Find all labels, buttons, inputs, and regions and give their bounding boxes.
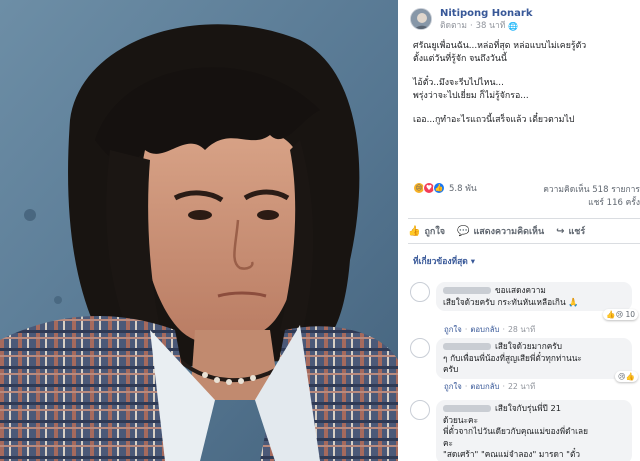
comment-reply-link[interactable]: ตอบกลับ <box>470 382 499 391</box>
comment-like-link[interactable]: ถูกใจ <box>444 382 462 391</box>
commenter-avatar[interactable] <box>410 400 430 420</box>
comment-text: ๆ กับเพื่อนพี่น้องที่สูญเสียพี่ตั๋วทุกท่… <box>443 352 582 363</box>
post-line: พรุ่งว่าจะไปเยี่ยม ก็ไม่รู้จักรอ... <box>413 90 529 101</box>
reaction-summary[interactable]: 😢 ♥ 👍 5.8 พัน <box>413 181 477 195</box>
comment-like-link[interactable]: ถูกใจ <box>444 325 462 334</box>
comment-text: ด้วยนะคะ <box>443 414 479 425</box>
reaction-count: 5.8 พัน <box>449 184 477 194</box>
comment-bubble: เสียใจด้วยมากครับ ๆ กับเพื่อนพี่น้องที่ส… <box>436 338 632 379</box>
comment-text: พี่ตั๋วจากไปวันเดียวกับคุณแม่ของพี่ดำเลย <box>443 426 588 436</box>
post-paragraph: เออ...กูทำอะไรแถวนี้เสร็จแล้ว เดี๋ยวตามไ… <box>413 114 635 127</box>
comment-text: คะ <box>443 437 454 448</box>
comment-actions: ถูกใจ · ตอบกลับ · 22 นาที <box>444 382 536 391</box>
follow-link[interactable]: ติดตาม <box>440 20 467 33</box>
commenter-avatar[interactable] <box>410 338 430 358</box>
comment-reaction-count: 10 <box>625 310 635 319</box>
author-avatar[interactable] <box>410 8 432 30</box>
share-button[interactable]: ↪ แชร์ <box>556 224 585 238</box>
comment-text: ขอแสดงความ <box>495 285 546 295</box>
comment-time[interactable]: 28 นาที <box>508 325 535 334</box>
post-stats: 😢 ♥ 👍 5.8 พัน ความคิดเห็น 518 รายการ แชร… <box>413 179 640 208</box>
post-paragraph: ศรัณยูเพื่อนฉัน...หล่อที่สุด หล่อแบบไม่เ… <box>413 40 635 65</box>
commenter-name-blurred[interactable] <box>443 343 491 350</box>
globe-icon: 🌐 <box>508 22 519 31</box>
comment-icon: 💬 <box>457 225 470 237</box>
comment-text: "สดเศร้า" "คณแม่จำลอง" มารดา "ตั๋ว <box>443 449 581 459</box>
commenter-name-blurred[interactable] <box>443 287 491 294</box>
comment-item: เสียใจด้วยมากครับ ๆ กับเพื่อนพี่น้องที่ส… <box>410 338 638 398</box>
sad-reaction-icon: 😢👍 <box>617 372 635 381</box>
like-reaction-icon: 👍😢 <box>606 310 624 319</box>
comment-text: เสียใจด้วยครับ กระทันหันเหลือเกิน 🙏 <box>443 296 579 307</box>
post-paragraph: ไอ้ตั๋ว..มึงจะรีบไปไหน... พรุ่งว่าจะไปเย… <box>413 77 635 102</box>
shares-count[interactable]: แชร์ 116 ครั้ง <box>588 195 640 209</box>
comment-actions: ถูกใจ · ตอบกลับ · 28 นาที <box>444 325 536 334</box>
like-button[interactable]: 👍 ถูกใจ <box>408 224 445 238</box>
comment-text: เสียใจกับรุ่นพี่ปี 21 <box>495 403 562 413</box>
comment-reactions[interactable]: 👍😢 10 <box>603 309 638 320</box>
comment-label: แสดงความคิดเห็น <box>473 227 545 237</box>
share-icon: ↪ <box>556 225 565 237</box>
post-body: ศรัณยูเพื่อนฉัน...หล่อที่สุด หล่อแบบไม่เ… <box>413 40 635 139</box>
post-header: Nitipong Honark ติดตาม · 38 นาที 🌐 <box>410 8 532 33</box>
post-actions: 👍 ถูกใจ 💬 แสดงความคิดเห็น ↪ แชร์ <box>408 218 640 244</box>
post-line: ตั้งแต่วันที่รู้จัก จนถึงวันนี้ <box>413 53 507 64</box>
post-meta: ติดตาม · 38 นาที 🌐 <box>440 20 532 33</box>
commenter-name-blurred[interactable] <box>443 405 491 412</box>
comment-item: เสียใจกับรุ่นพี่ปี 21 ด้วยนะคะ พี่ตั๋วจา… <box>410 400 638 461</box>
author-name[interactable]: Nitipong Honark <box>440 8 532 20</box>
separator-dot: · <box>469 21 473 31</box>
post-line: ไอ้ตั๋ว..มึงจะรีบไปไหน... <box>413 78 504 88</box>
like-label: ถูกใจ <box>424 227 446 237</box>
comment-time[interactable]: 22 นาที <box>508 382 535 391</box>
commenter-avatar[interactable] <box>410 282 430 302</box>
post-panel: Nitipong Honark ติดตาม · 38 นาที 🌐 ศรัณย… <box>398 0 640 461</box>
share-label: แชร์ <box>568 227 586 237</box>
like-reaction-icon: 👍 <box>433 182 445 194</box>
comment-bubble: เสียใจกับรุ่นพี่ปี 21 ด้วยนะคะ พี่ตั๋วจา… <box>436 400 632 461</box>
comment-item: ขอแสดงความ เสียใจด้วยครับ กระทันหันเหลือ… <box>410 282 638 340</box>
comment-sort-dropdown[interactable]: ที่เกี่ยวข้องที่สุด ▾ <box>413 254 475 268</box>
post-timestamp[interactable]: 38 นาที <box>476 20 506 33</box>
post-line: เออ...กูทำอะไรแถวนี้เสร็จแล้ว เดี๋ยวตามไ… <box>413 115 575 125</box>
comment-text: ครับ <box>443 364 459 374</box>
post-line: ศรัณยูเพื่อนฉัน...หล่อที่สุด หล่อแบบไม่เ… <box>413 41 587 51</box>
post-photo[interactable] <box>0 0 398 461</box>
comments-count[interactable]: ความคิดเห็น 518 รายการ <box>543 182 640 196</box>
comment-bubble: ขอแสดงความ เสียใจด้วยครับ กระทันหันเหลือ… <box>436 282 632 311</box>
comment-text: เสียใจด้วยมากครับ <box>495 341 563 351</box>
comment-reactions[interactable]: 😢👍 <box>614 371 638 382</box>
comment-reply-link[interactable]: ตอบกลับ <box>470 325 499 334</box>
comment-button[interactable]: 💬 แสดงความคิดเห็น <box>457 224 544 238</box>
portrait-photo <box>0 0 398 461</box>
thumbs-up-icon: 👍 <box>408 225 421 237</box>
